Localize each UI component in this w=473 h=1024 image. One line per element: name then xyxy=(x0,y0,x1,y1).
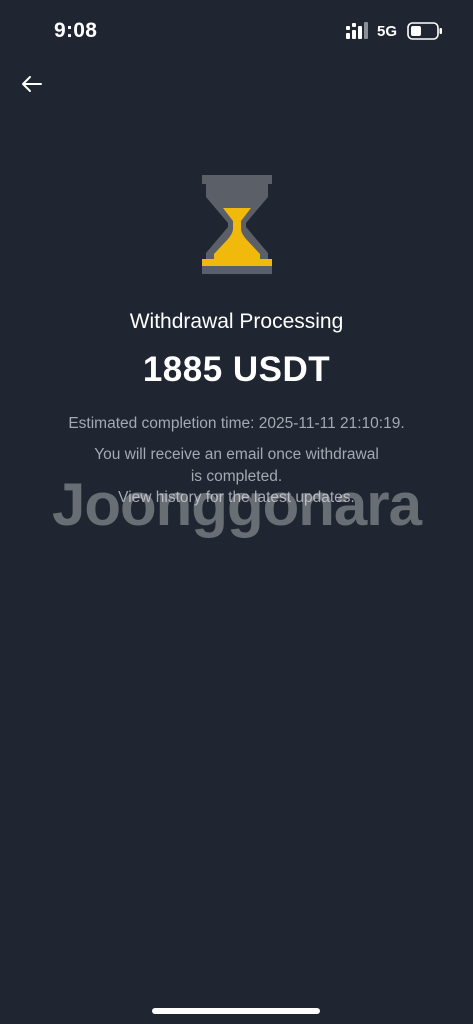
home-indicator[interactable] xyxy=(152,1008,320,1014)
withdrawal-info: You will receive an email once withdrawa… xyxy=(70,444,403,509)
view-history-line: View history for the latest updates. xyxy=(118,489,355,506)
info-line: You will receive an email once withdrawa… xyxy=(94,446,379,463)
battery-icon xyxy=(407,22,442,40)
hourglass-icon xyxy=(202,175,272,274)
network-label: 5G xyxy=(377,23,398,40)
estimated-completion-time: Estimated completion time: 2025-11-11 21… xyxy=(68,415,405,432)
cellular-signal-icon xyxy=(346,22,368,39)
status-time: 9:08 xyxy=(54,19,98,42)
arrow-left-icon xyxy=(22,76,42,92)
withdrawal-amount: 1885 USDT xyxy=(142,350,331,389)
status-bar: 9:08 5G xyxy=(0,0,473,60)
info-line: is completed. xyxy=(190,467,283,485)
back-button[interactable] xyxy=(16,68,48,100)
withdrawal-status-title: Withdrawal Processing xyxy=(129,310,344,333)
